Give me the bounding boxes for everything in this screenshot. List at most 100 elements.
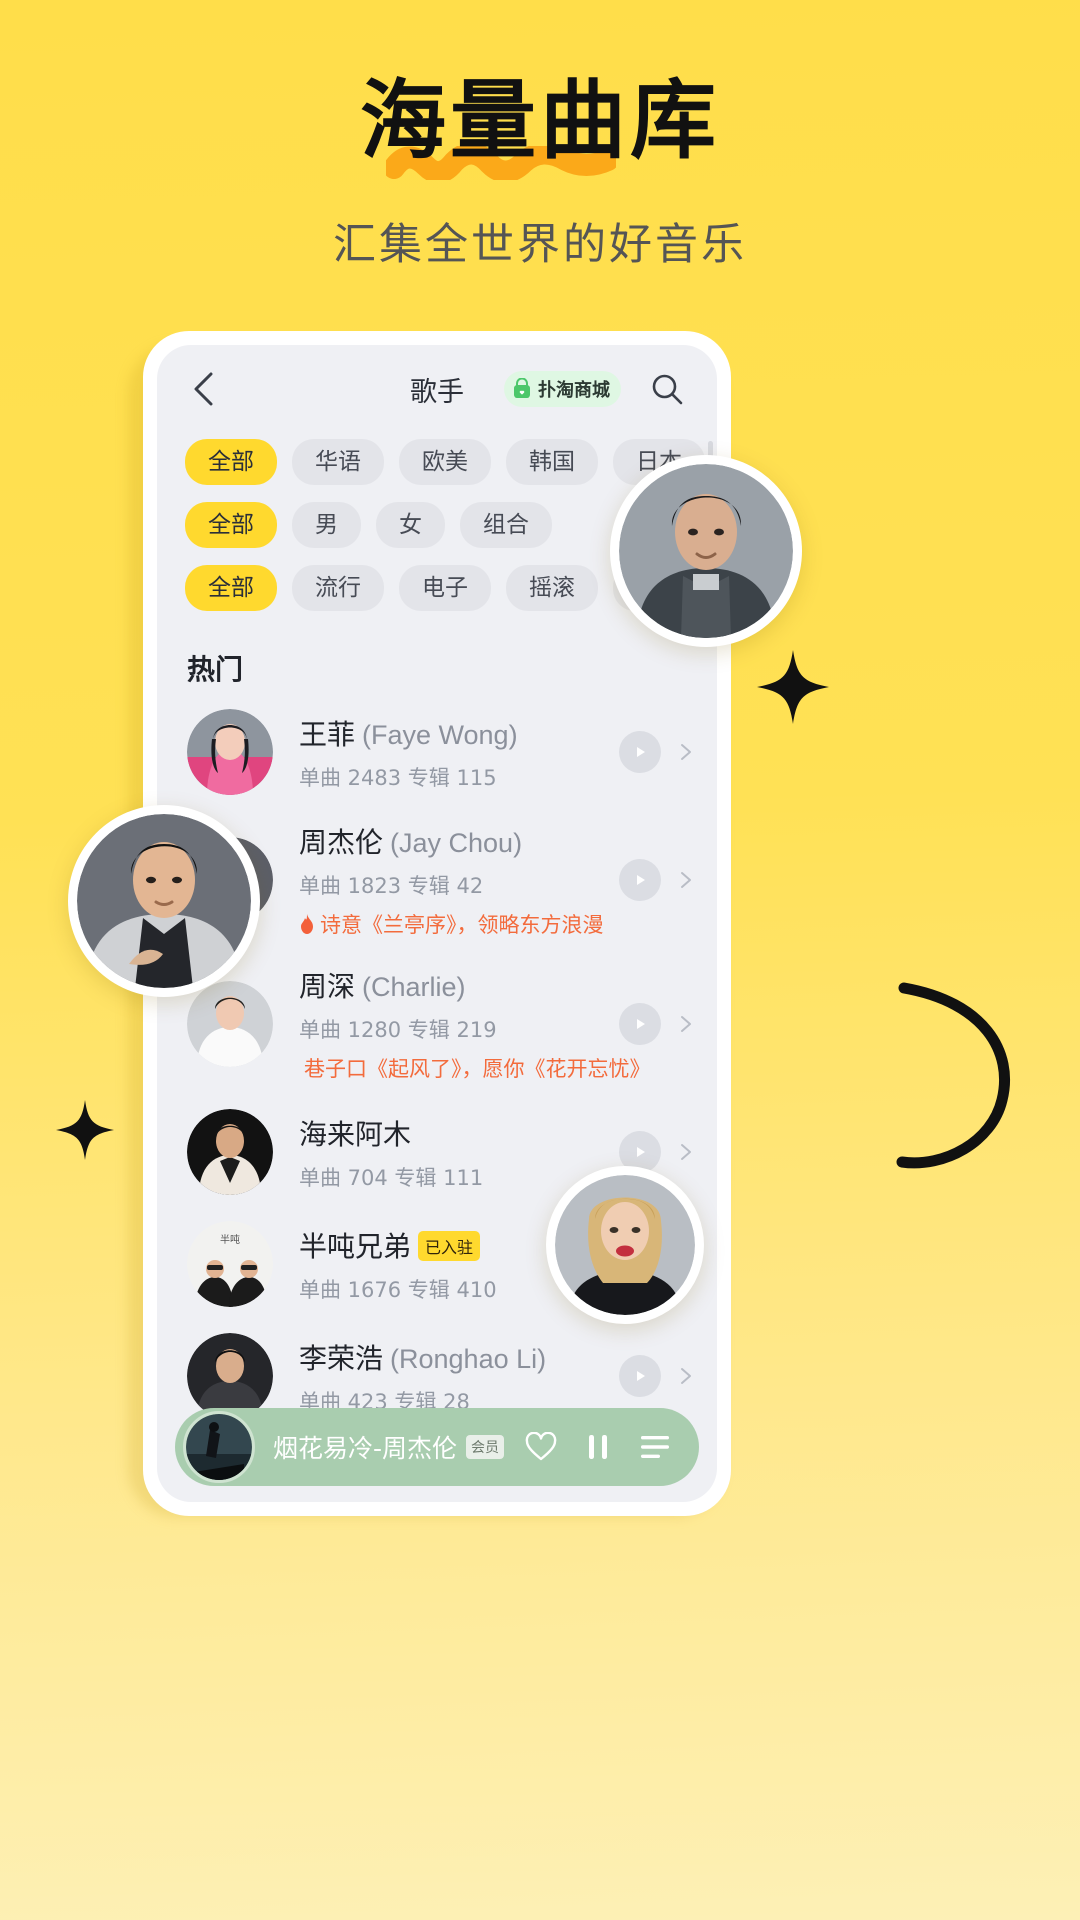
avatar-image-taylor-swift xyxy=(555,1175,695,1315)
avatar-image-jay-chou-large xyxy=(77,814,251,988)
now-playing-title: 烟花易冷-周杰伦 xyxy=(273,1434,458,1463)
chip-genre-1[interactable]: 流行 xyxy=(292,565,384,611)
artist-name: 海来阿木 xyxy=(299,1117,412,1151)
artist-info: 王菲 (Faye Wong) 单曲 2483 专辑 115 xyxy=(273,713,619,792)
avatar-image-bandun-brothers: 半吨 xyxy=(187,1221,273,1307)
artist-name: 李荣浩 xyxy=(299,1341,384,1375)
play-button[interactable] xyxy=(619,731,661,773)
artist-info: 周杰伦 (Jay Chou) 单曲 1823 专辑 42 诗意《兰亭序》，领略东… xyxy=(273,821,619,939)
row-actions xyxy=(619,1003,695,1045)
play-icon xyxy=(637,1371,645,1381)
play-icon xyxy=(637,1147,645,1157)
callout-avatar-jay xyxy=(68,805,260,997)
chip-gender-3[interactable]: 组合 xyxy=(460,502,552,548)
artist-tagline: 巷子口《起风了》，愿你《花开忘忧》 xyxy=(304,1057,651,1081)
status-badge: 已入驻 xyxy=(418,1230,481,1261)
avatar-image-eason-chan xyxy=(619,464,793,638)
play-button[interactable] xyxy=(619,1003,661,1045)
artist-tagline-row: 巷子口《起风了》，愿你《花开忘忧》 xyxy=(299,1053,651,1083)
avatar xyxy=(187,1333,273,1419)
artist-name: 王菲 xyxy=(299,717,356,751)
chip-genre-3[interactable]: 摇滚 xyxy=(506,565,598,611)
svg-text:半吨: 半吨 xyxy=(220,1233,240,1246)
chevron-right-icon[interactable] xyxy=(677,1367,695,1385)
avatar xyxy=(187,1109,273,1195)
vip-badge: 会员 xyxy=(466,1435,505,1459)
chip-gender-0[interactable]: 全部 xyxy=(185,502,277,548)
callout-avatar-eason xyxy=(610,455,802,647)
artist-stats: 单曲 1280 专辑 219 xyxy=(299,1018,497,1042)
artist-stats: 单曲 2483 专辑 115 xyxy=(299,765,497,790)
chip-region-3[interactable]: 韩国 xyxy=(506,439,598,485)
table-row[interactable]: 周深 (Charlie) 单曲 1280 专辑 219 巷子口《起风了》，愿你《… xyxy=(187,952,695,1096)
page-subtitle: 汇集全世界的好音乐 xyxy=(333,220,747,270)
appbar-title: 歌手 xyxy=(410,376,464,408)
play-button[interactable] xyxy=(619,1355,661,1397)
chevron-right-icon[interactable] xyxy=(677,1015,695,1033)
chip-gender-1[interactable]: 男 xyxy=(292,502,361,548)
artist-info: 李荣浩 (Ronghao Li) 单曲 423 专辑 28 xyxy=(273,1337,619,1416)
table-row[interactable]: 周杰伦 (Jay Chou) 单曲 1823 专辑 42 诗意《兰亭序》，领略东… xyxy=(187,808,695,952)
chip-genre-2[interactable]: 电子 xyxy=(399,565,491,611)
artist-tagline: 诗意《兰亭序》，领略东方浪漫 xyxy=(320,913,604,937)
curve-arrow-decoration-icon xyxy=(896,982,1011,1169)
avatar-image-ronghao-li xyxy=(187,1333,273,1419)
search-button[interactable] xyxy=(645,367,689,411)
flame-icon xyxy=(301,914,313,934)
artist-name: 半吨兄弟 xyxy=(299,1229,412,1263)
avatar-image-hailaiamu xyxy=(187,1109,273,1195)
chip-genre-0[interactable]: 全部 xyxy=(185,565,277,611)
player-controls xyxy=(525,1432,671,1462)
star-decoration-icon xyxy=(56,1100,114,1160)
shopping-bag-icon xyxy=(514,378,530,398)
album-art-image xyxy=(186,1414,252,1480)
avatar-image-charlie-zhou xyxy=(187,981,273,1067)
page-title: 海量曲库 xyxy=(360,71,720,171)
artist-name-en: (Ronghao Li) xyxy=(390,1343,547,1374)
artist-stats: 单曲 1823 专辑 42 xyxy=(299,874,484,898)
artist-name-en: (Faye Wong) xyxy=(362,719,518,750)
section-title-hot: 热门 xyxy=(187,653,244,686)
chip-gender-2[interactable]: 女 xyxy=(376,502,445,548)
artist-name-en: (Charlie) xyxy=(362,972,466,1002)
heart-icon[interactable] xyxy=(525,1432,557,1462)
row-actions xyxy=(619,731,695,773)
chevron-left-icon xyxy=(194,372,213,406)
table-row[interactable]: 王菲 (Faye Wong) 单曲 2483 专辑 115 xyxy=(187,696,695,808)
artist-info: 海来阿木 单曲 704 专辑 111 xyxy=(273,1113,619,1192)
artist-info: 周深 (Charlie) 单曲 1280 专辑 219 巷子口《起风了》，愿你《… xyxy=(273,965,651,1083)
chevron-right-icon[interactable] xyxy=(677,871,695,889)
shop-mall-button[interactable]: 扑淘商城 xyxy=(504,371,621,407)
artist-name-line: 周杰伦 (Jay Chou) xyxy=(299,821,619,861)
play-icon xyxy=(637,875,645,885)
chevron-right-icon[interactable] xyxy=(677,1143,695,1161)
now-playing-cover[interactable] xyxy=(183,1411,255,1483)
playlist-icon[interactable] xyxy=(639,1433,671,1461)
promo-title-wrap: 海量曲库 xyxy=(360,71,720,180)
artist-name-line: 周深 (Charlie) xyxy=(299,965,619,1005)
avatar-image-faye-wong xyxy=(187,709,273,795)
artist-tagline-row: 诗意《兰亭序》，领略东方浪漫 xyxy=(299,909,619,939)
artist-name-line: 李荣浩 (Ronghao Li) xyxy=(299,1337,619,1377)
row-actions xyxy=(619,859,695,901)
artist-name: 周深 xyxy=(299,970,356,1003)
avatar xyxy=(187,981,273,1067)
now-playing-title-row: 烟花易冷-周杰伦 会员 xyxy=(255,1429,525,1465)
callout-avatar-inner xyxy=(555,1175,695,1315)
chip-region-0[interactable]: 全部 xyxy=(185,439,277,485)
chip-region-2[interactable]: 欧美 xyxy=(399,439,491,485)
artist-name-en: (Jay Chou) xyxy=(390,828,523,858)
avatar xyxy=(187,709,273,795)
back-button[interactable] xyxy=(181,367,225,411)
mini-player-bar[interactable]: 烟花易冷-周杰伦 会员 xyxy=(175,1408,699,1486)
filter-row-region: 全部 华语 欧美 韩国 日本 xyxy=(185,439,717,485)
avatar: 半吨 xyxy=(187,1221,273,1307)
row-actions xyxy=(619,1355,695,1397)
pause-icon[interactable] xyxy=(585,1432,611,1462)
chevron-right-icon[interactable] xyxy=(677,743,695,761)
app-bar: 歌手 扑淘商城 xyxy=(157,345,717,433)
chip-region-1[interactable]: 华语 xyxy=(292,439,384,485)
search-icon xyxy=(652,374,683,405)
play-icon xyxy=(637,1019,645,1029)
play-button[interactable] xyxy=(619,859,661,901)
